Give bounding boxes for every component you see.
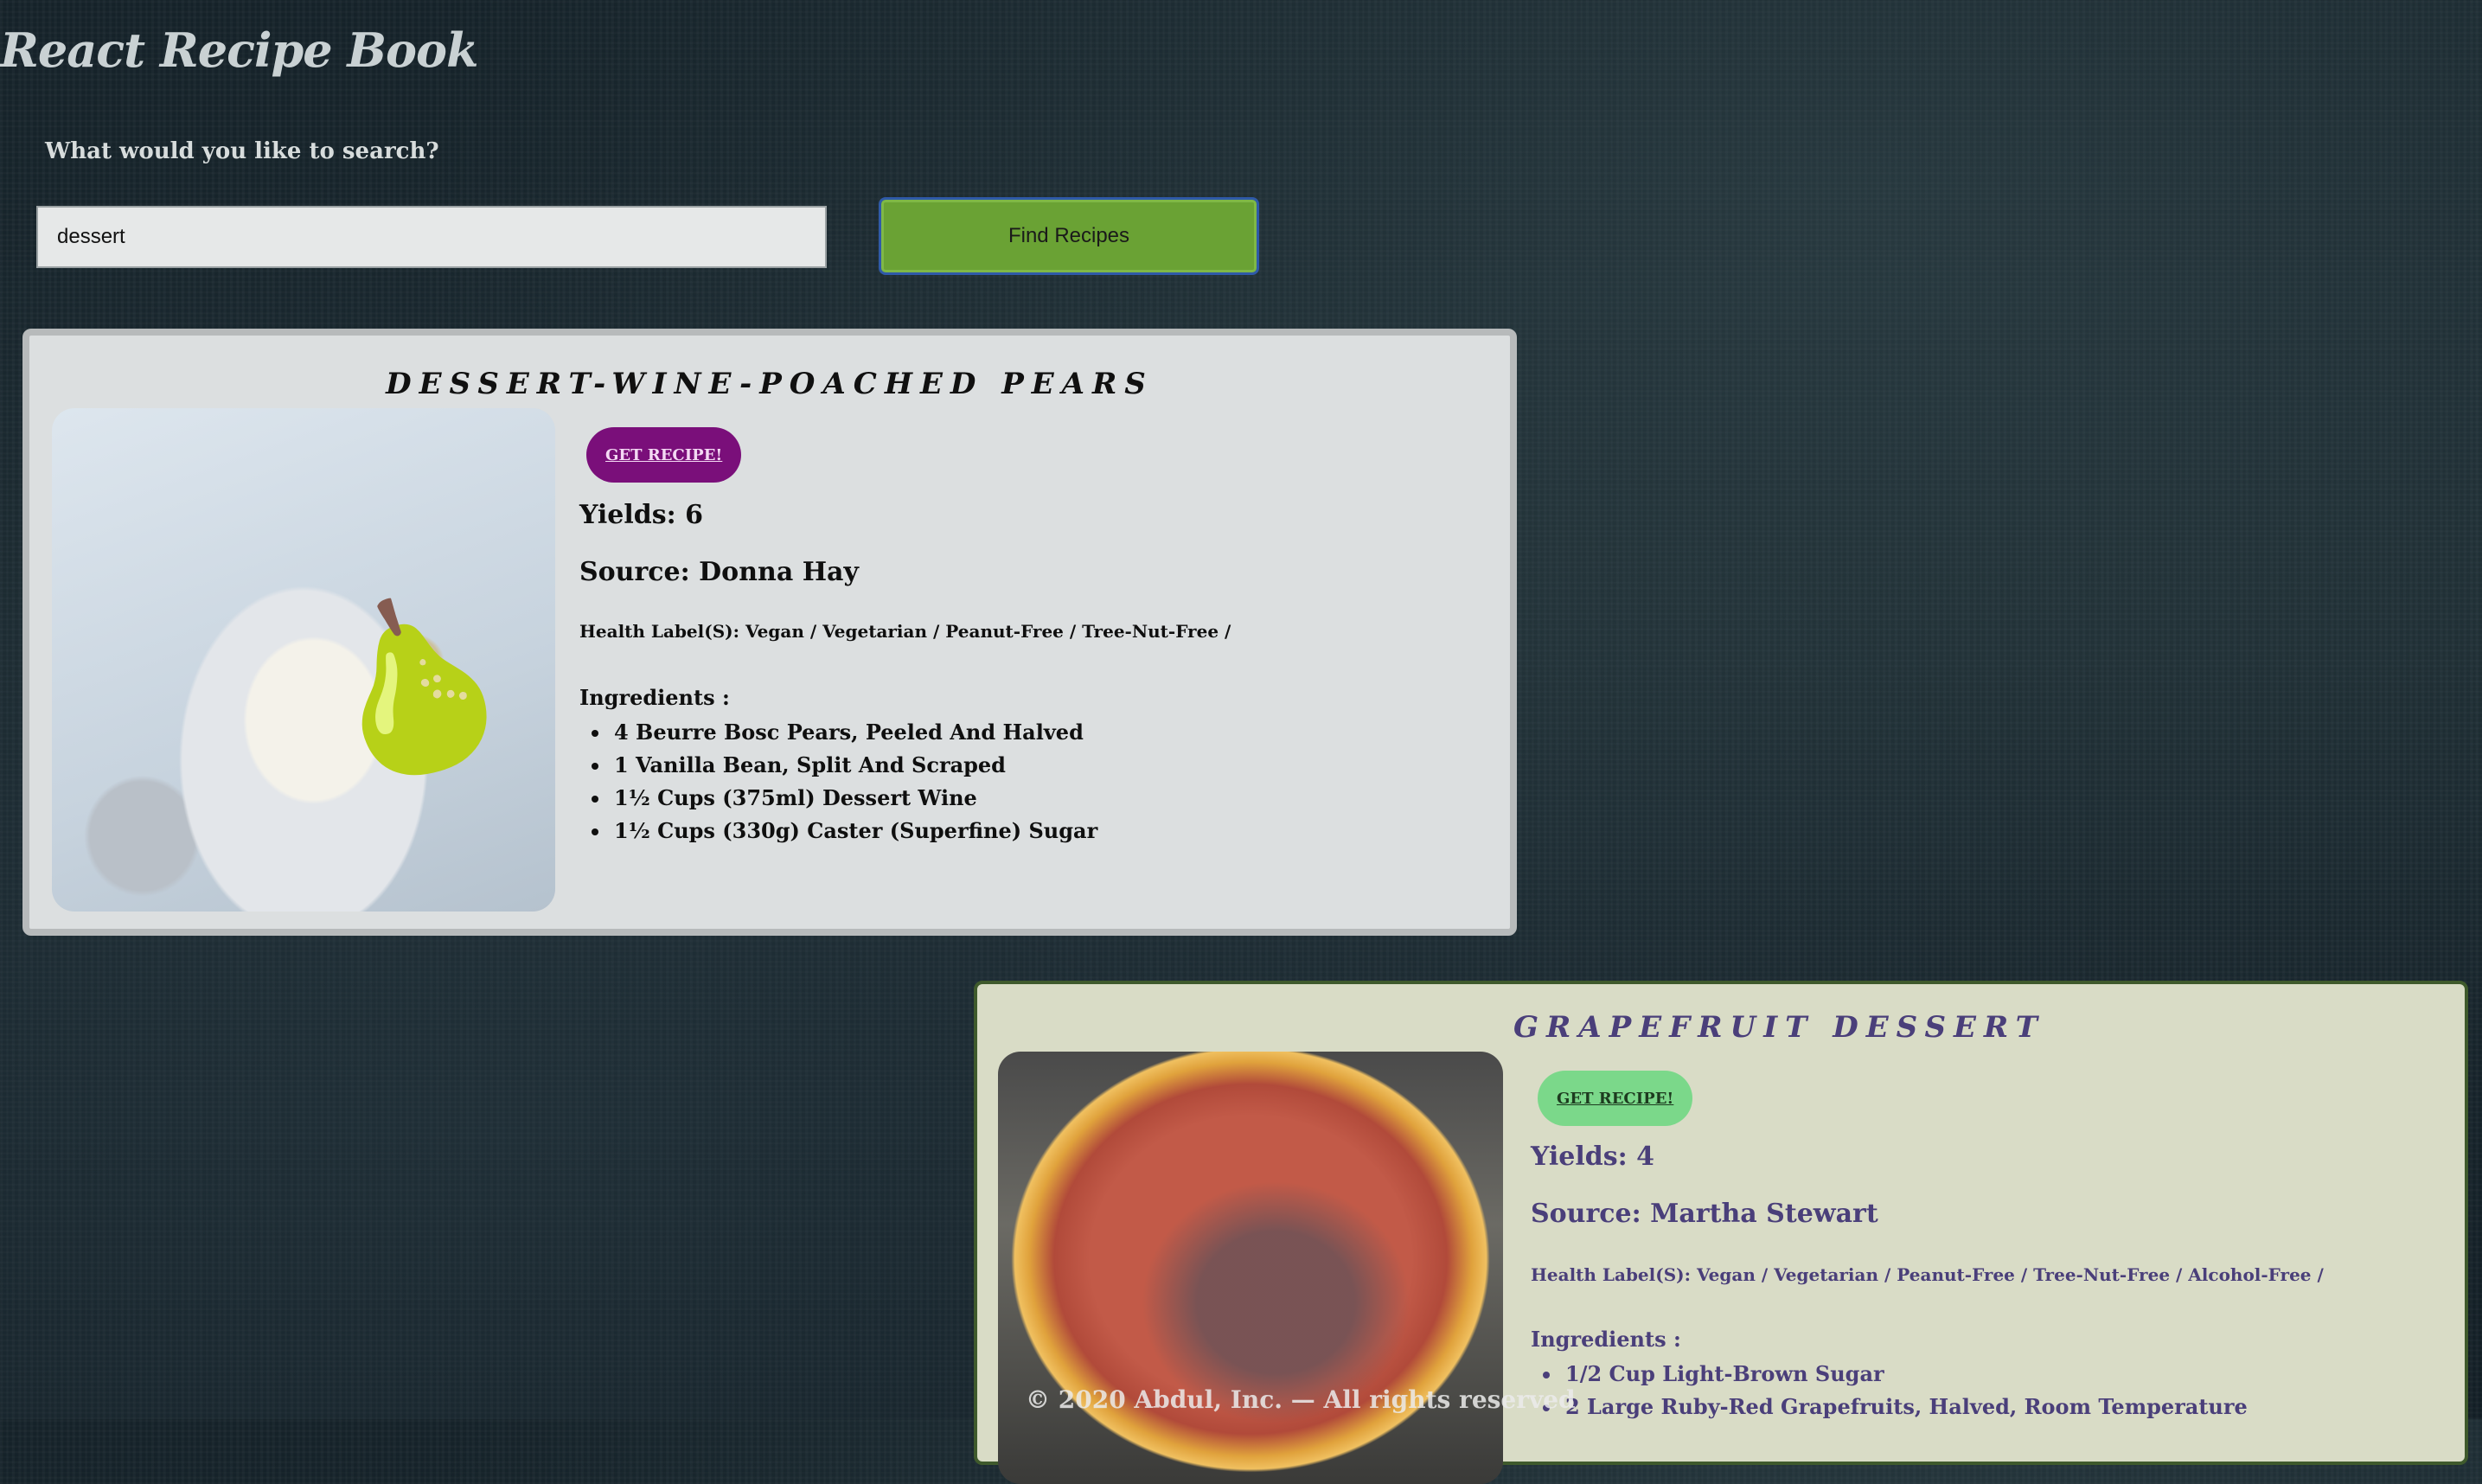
ingredients-list: 4 Beurre Bosc Pears, Peeled And Halved 1… xyxy=(579,716,1097,848)
recipe-title: DESSERT-WINE-POACHED PEARS xyxy=(386,367,1154,401)
recipe-source: Source: Martha Stewart xyxy=(1531,1199,1878,1229)
recipe-yields: Yields: 4 xyxy=(1531,1142,1655,1172)
search-prompt: What would you like to search? xyxy=(45,138,439,164)
ingredient-item: 1 Vanilla Bean, Split And Scraped xyxy=(611,749,1097,782)
recipe-health-labels: Health Label(S): Vegan / Vegetarian / Pe… xyxy=(579,621,1231,642)
app-title: React Recipe Book xyxy=(0,22,478,78)
get-recipe-button[interactable]: GET RECIPE! xyxy=(1538,1071,1693,1126)
recipe-title: GRAPEFRUIT DESSERT xyxy=(1513,1010,2045,1045)
recipe-card: DESSERT-WINE-POACHED PEARS 🍐 GET RECIPE!… xyxy=(22,329,1517,936)
ingredient-item: 1½ Cups (375ml) Dessert Wine xyxy=(611,782,1097,815)
ingredients-list: 1/2 Cup Light-Brown Sugar 2 Large Ruby-R… xyxy=(1531,1358,2248,1423)
search-input[interactable] xyxy=(36,206,827,268)
get-recipe-button[interactable]: GET RECIPE! xyxy=(586,427,742,483)
recipe-image xyxy=(998,1052,1503,1484)
recipe-yields: Yields: 6 xyxy=(579,500,704,530)
footer-copyright: © 2020 Abdul, Inc. — All rights reserved xyxy=(1026,1385,1576,1414)
ingredient-item: 1½ Cups (330g) Caster (Superfine) Sugar xyxy=(611,815,1097,848)
recipe-health-labels: Health Label(S): Vegan / Vegetarian / Pe… xyxy=(1531,1264,2324,1285)
ingredients-heading: Ingredients : xyxy=(579,685,730,710)
find-recipes-button[interactable]: Find Recipes xyxy=(879,197,1259,275)
ingredient-item: 4 Beurre Bosc Pears, Peeled And Halved xyxy=(611,716,1097,749)
ingredient-item: 1/2 Cup Light-Brown Sugar xyxy=(1562,1358,2248,1391)
recipe-image: 🍐 xyxy=(52,408,555,912)
pear-illustration: 🍐 xyxy=(286,562,541,809)
ingredients-heading: Ingredients : xyxy=(1531,1327,1681,1352)
recipe-source: Source: Donna Hay xyxy=(579,557,859,587)
ingredient-item: 2 Large Ruby-Red Grapefruits, Halved, Ro… xyxy=(1562,1391,2248,1423)
